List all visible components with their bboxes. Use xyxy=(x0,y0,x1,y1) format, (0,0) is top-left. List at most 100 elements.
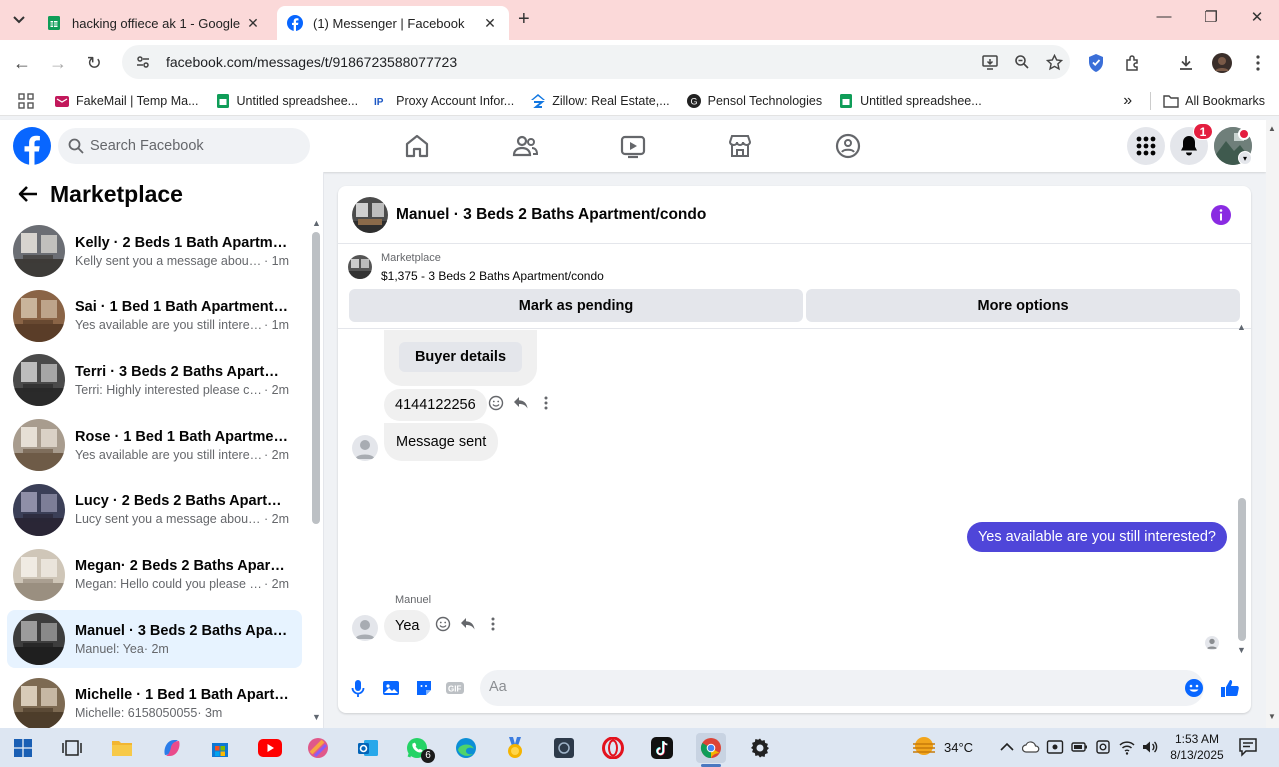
page-scrollbar[interactable]: ▲ ▼ xyxy=(1266,120,1279,728)
install-app-icon[interactable] xyxy=(974,46,1006,78)
task-view-button[interactable] xyxy=(57,733,87,763)
bookmark-untitled-spreadsheet-1[interactable]: Untitled spreadshee... xyxy=(215,93,358,109)
marketplace-icon[interactable] xyxy=(726,132,754,160)
page-scroll-up-arrow[interactable]: ▲ xyxy=(1268,124,1276,133)
page-scroll-down-arrow[interactable]: ▼ xyxy=(1268,712,1276,721)
sender-avatar[interactable] xyxy=(352,435,378,461)
gif-icon[interactable]: GIF xyxy=(445,678,465,698)
extensions-icon[interactable] xyxy=(1118,48,1148,78)
mark-as-pending-button[interactable]: Mark as pending xyxy=(349,289,803,322)
listing-thumbnail[interactable] xyxy=(348,255,372,279)
message-phone[interactable]: 4144122256 xyxy=(384,389,487,421)
outgoing-message[interactable]: Yes available are you still interested? xyxy=(966,522,1227,552)
camera-privacy-icon[interactable] xyxy=(1094,738,1112,756)
chat-scrollbar[interactable] xyxy=(1238,498,1246,641)
friends-icon[interactable] xyxy=(511,132,539,160)
thumbs-up-icon[interactable] xyxy=(1220,678,1240,698)
back-button[interactable] xyxy=(14,180,42,208)
more-actions-icon[interactable] xyxy=(483,614,503,634)
scroll-up-arrow[interactable]: ▲ xyxy=(312,218,321,228)
conversation-item[interactable]: Kelly · 2 Beds 1 Bath Apartment/... Kelly… xyxy=(7,222,302,280)
message-input[interactable] xyxy=(489,679,1089,695)
all-bookmarks-button[interactable]: All Bookmarks xyxy=(1163,93,1265,109)
address-bar[interactable]: facebook.com/messages/t/9186723588077723 xyxy=(122,45,1070,79)
restore-icon[interactable]: ❐ xyxy=(1196,8,1226,26)
react-emoji-icon[interactable] xyxy=(433,614,453,634)
chrome-app[interactable] xyxy=(696,733,726,767)
search-input[interactable] xyxy=(90,138,290,154)
facebook-search[interactable] xyxy=(58,128,310,164)
bookmark-untitled-spreadsheet-2[interactable]: Untitled spreadshee... xyxy=(838,93,982,109)
file-explorer-app[interactable] xyxy=(107,733,137,763)
react-emoji-icon[interactable] xyxy=(486,393,506,413)
info-icon[interactable] xyxy=(1211,205,1231,225)
start-button[interactable] xyxy=(8,733,38,763)
photo-icon[interactable] xyxy=(381,678,401,698)
microphone-icon[interactable] xyxy=(348,678,368,698)
groups-icon[interactable] xyxy=(834,132,862,160)
dark-app[interactable] xyxy=(549,733,579,763)
message-sent-notice[interactable]: Message sent xyxy=(384,423,499,461)
conversation-item[interactable]: Terri · 3 Beds 2 Baths Apartment... Terri… xyxy=(7,351,302,409)
tab-close-icon[interactable]: ✕ xyxy=(244,15,262,32)
more-bookmarks-button[interactable]: » xyxy=(1123,92,1132,110)
minimize-icon[interactable]: — xyxy=(1149,8,1179,25)
volume-icon[interactable] xyxy=(1141,738,1159,756)
conversation-item[interactable]: Rose · 1 Bed 1 Bath Apartment/c... Yes av… xyxy=(7,416,302,474)
battery-saver-icon[interactable] xyxy=(1070,738,1088,756)
video-icon[interactable] xyxy=(619,132,647,160)
app-launcher-colorful[interactable] xyxy=(303,733,333,763)
listing-title[interactable]: $1,375 - 3 Beds 2 Baths Apartment/condo xyxy=(381,269,604,283)
buyer-details-button[interactable]: Buyer details xyxy=(399,342,522,372)
chevron-up-icon[interactable] xyxy=(998,738,1016,756)
facebook-logo-icon[interactable] xyxy=(13,127,51,165)
wifi-icon[interactable] xyxy=(1118,738,1136,756)
back-icon[interactable]: ← xyxy=(10,51,34,75)
chrome-menu-icon[interactable] xyxy=(1243,48,1273,78)
medal-app[interactable] xyxy=(500,733,530,763)
more-actions-icon[interactable] xyxy=(536,393,556,413)
conversation-item[interactable]: Megan· 2 Beds 2 Baths Apartme... Megan: H… xyxy=(7,546,302,604)
emoji-icon[interactable] xyxy=(1184,678,1204,698)
opera-app[interactable] xyxy=(598,733,628,763)
chat-scroll-up-arrow[interactable]: ▲ xyxy=(1237,322,1246,332)
copilot-app[interactable] xyxy=(157,733,187,763)
profile-avatar[interactable] xyxy=(1207,48,1237,78)
youtube-app[interactable] xyxy=(255,733,285,763)
screen-capture-icon[interactable] xyxy=(1046,738,1064,756)
settings-app[interactable] xyxy=(745,733,775,763)
bookmark-fakemail[interactable]: FakeMail | Temp Ma... xyxy=(54,93,199,109)
conversation-item[interactable]: Sai · 1 Bed 1 Bath Apartment/co... Yes av… xyxy=(7,287,302,345)
edge-app[interactable] xyxy=(451,733,481,763)
conversation-item[interactable]: Michelle · 1 Bed 1 Bath Apartme... Michel… xyxy=(7,675,302,728)
system-clock[interactable]: 1:53 AM 8/13/2025 xyxy=(1164,731,1230,763)
zoom-icon[interactable] xyxy=(1006,46,1038,78)
tiktok-app[interactable] xyxy=(647,733,677,763)
home-icon[interactable] xyxy=(403,132,431,160)
bookmark-zillow[interactable]: Zillow: Real Estate,... xyxy=(530,93,670,109)
microsoft-store-app[interactable] xyxy=(205,733,235,763)
reload-icon[interactable]: ↻ xyxy=(82,51,106,75)
incoming-message[interactable]: Yea xyxy=(384,610,431,642)
cloud-icon[interactable] xyxy=(1022,738,1040,756)
chat-scroll-down-arrow[interactable]: ▼ xyxy=(1237,645,1246,655)
sticker-icon[interactable] xyxy=(414,678,434,698)
chat-title[interactable]: Manuel · 3 Beds 2 Baths Apartment/condo xyxy=(396,206,706,224)
notification-center-icon[interactable] xyxy=(1238,737,1258,757)
menu-button[interactable] xyxy=(1127,127,1165,165)
tab-close-icon[interactable]: ✕ xyxy=(481,15,499,32)
chat-avatar[interactable] xyxy=(352,196,388,233)
reply-icon[interactable] xyxy=(511,393,531,413)
more-options-button[interactable]: More options xyxy=(806,289,1240,322)
account-chevron-icon[interactable]: ▾ xyxy=(1238,151,1252,165)
download-icon[interactable] xyxy=(1171,48,1201,78)
site-info-icon[interactable] xyxy=(134,53,152,71)
forward-icon[interactable]: → xyxy=(46,51,70,75)
close-window-icon[interactable]: ✕ xyxy=(1242,8,1272,26)
tab-search-button[interactable] xyxy=(6,7,32,33)
apps-grid-icon[interactable] xyxy=(18,92,34,109)
bookmark-proxy-account[interactable]: IP Proxy Account Infor... xyxy=(374,93,514,109)
new-tab-button[interactable]: + xyxy=(518,8,530,31)
bookmark-star-icon[interactable] xyxy=(1038,46,1070,78)
bookmark-pensol[interactable]: G Pensol Technologies xyxy=(686,93,822,109)
